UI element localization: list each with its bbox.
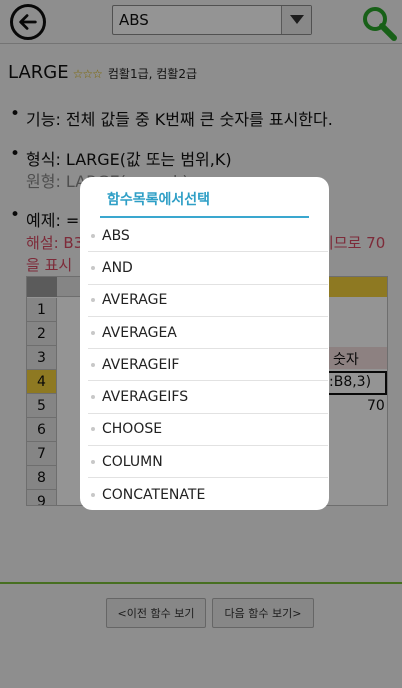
function-list: ABS AND AVERAGE AVERAGEA AVERAGEIF AVERA… — [88, 220, 328, 510]
bullet-icon — [91, 395, 95, 400]
list-item-choose[interactable]: CHOOSE — [88, 414, 328, 447]
list-item-averagea[interactable]: AVERAGEA — [88, 317, 328, 350]
list-item-label: AND — [102, 259, 133, 276]
bullet-icon — [91, 233, 95, 238]
list-item-label: CONCATENATE — [102, 486, 206, 503]
list-item-label: CHOOSE — [102, 421, 163, 438]
list-item-abs[interactable]: ABS — [88, 220, 328, 253]
bullet-icon — [91, 298, 95, 303]
bullet-icon — [91, 492, 95, 497]
list-item-label: ABS — [102, 227, 130, 244]
list-item-label: AVERAGE — [102, 292, 168, 309]
dialog-title: 함수목록에서선택 — [107, 192, 211, 208]
list-item-label: AVERAGEIFS — [102, 389, 189, 406]
bullet-icon — [91, 265, 95, 270]
list-item-averageifs[interactable]: AVERAGEIFS — [88, 381, 328, 414]
bullet-icon — [91, 330, 95, 335]
list-item-and[interactable]: AND — [88, 252, 328, 285]
list-item-column[interactable]: COLUMN — [88, 446, 328, 479]
function-list-dialog: 함수목록에서선택 ABS AND AVERAGE AVERAGEA AVERAG… — [80, 177, 329, 510]
dialog-title-divider — [100, 216, 309, 218]
bullet-icon — [91, 427, 95, 432]
list-item-label: AVERAGEA — [102, 324, 177, 341]
list-item-label: COLUMN — [102, 453, 163, 470]
list-item-label: AVERAGEIF — [102, 356, 180, 373]
bullet-icon — [91, 362, 95, 367]
list-item-average[interactable]: AVERAGE — [88, 285, 328, 317]
bullet-icon — [91, 459, 95, 464]
list-item-averageif[interactable]: AVERAGEIF — [88, 349, 328, 382]
list-item-concatenate[interactable]: CONCATENATE — [88, 478, 328, 510]
